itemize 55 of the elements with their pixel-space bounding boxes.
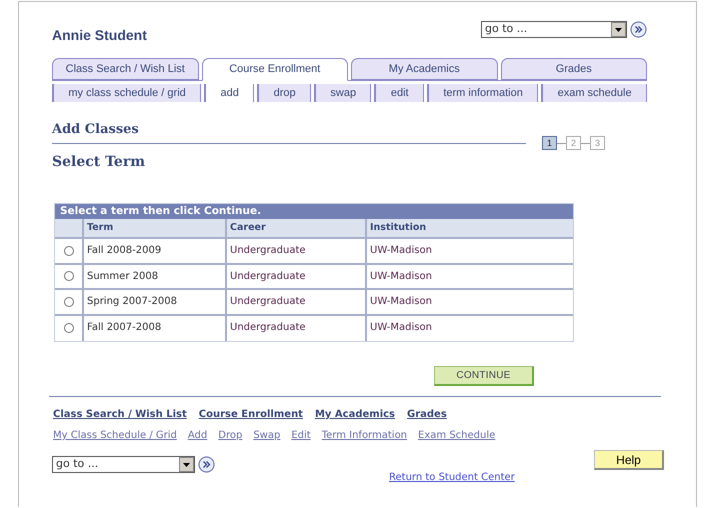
footer-link[interactable]: Course Enrollment — [198, 407, 303, 422]
continue-button[interactable]: CONTINUE — [434, 366, 534, 386]
subtab[interactable]: swap — [314, 84, 372, 102]
table-caption: Select a term then click Continue. — [55, 204, 573, 219]
tab[interactable]: My Academics — [351, 58, 498, 80]
subtab[interactable]: term information — [426, 84, 538, 102]
student-name: Annie Student — [52, 26, 147, 45]
table-cell-text: UW-Madison — [369, 270, 433, 284]
table-cell: Summer 2008 — [84, 264, 227, 288]
subtab[interactable]: add — [204, 84, 254, 102]
footer-sublink[interactable]: My Class Schedule / Grid — [53, 428, 177, 443]
table-cell: Spring 2007-2008 — [84, 290, 227, 314]
footer-sublink[interactable]: Add — [188, 428, 208, 443]
footer-sublink[interactable]: Swap — [253, 428, 280, 443]
step-indicator: 3 — [590, 136, 605, 150]
goto-dropdown[interactable]: go to ... — [481, 21, 627, 38]
table-cell: Undergraduate — [227, 239, 367, 262]
step-indicator: 1 — [542, 136, 557, 150]
footer-link[interactable]: Grades — [407, 407, 447, 422]
radio-button[interactable] — [64, 271, 74, 282]
subtab[interactable]: my class schedule / grid — [52, 84, 202, 102]
table-cell: Fall 2007-2008 — [84, 316, 227, 341]
footer-sublink[interactable]: Term Information — [322, 428, 408, 443]
page-title: Add Classes — [52, 122, 139, 137]
footer-sublink[interactable]: Exam Schedule — [418, 428, 496, 443]
step-indicator: 2 — [566, 136, 581, 150]
table-cell-text: UW-Madison — [369, 320, 433, 334]
subtab[interactable]: exam schedule — [541, 84, 647, 102]
table-cell: Fall 2008-2009 — [84, 239, 227, 262]
radio-button[interactable] — [64, 296, 74, 307]
tab[interactable]: Grades — [500, 58, 647, 80]
return-link[interactable]: Return to Student Center — [389, 470, 515, 485]
column-header: Term — [84, 219, 227, 237]
help-button[interactable]: Help — [594, 450, 664, 470]
footer-link[interactable]: Class Search / Wish List — [53, 407, 187, 422]
go-icon[interactable] — [198, 456, 215, 473]
column-header: Institution — [369, 221, 428, 235]
footer-link[interactable]: My Academics — [314, 407, 396, 422]
table-cell-text: UW-Madison — [369, 295, 433, 309]
tab[interactable]: Course Enrollment — [202, 58, 348, 81]
table-cell: Undergraduate — [227, 264, 367, 288]
radio-button[interactable] — [64, 323, 74, 334]
subtab[interactable]: edit — [374, 84, 424, 102]
radio-button[interactable] — [64, 246, 74, 256]
goto-dropdown[interactable]: go to ... — [52, 456, 195, 473]
tab[interactable]: Class Search / Wish List — [52, 58, 198, 80]
table-cell-text: UW-Madison — [369, 244, 433, 258]
go-icon[interactable] — [630, 21, 647, 38]
section-title: Select Term — [52, 153, 146, 172]
column-header: Career — [227, 219, 367, 237]
footer-sublink[interactable]: Drop — [218, 428, 242, 443]
subtab[interactable]: drop — [257, 84, 312, 102]
table-cell: Undergraduate — [227, 290, 367, 314]
table-cell: Undergraduate — [227, 316, 367, 341]
footer-sublink[interactable]: Edit — [291, 428, 311, 443]
